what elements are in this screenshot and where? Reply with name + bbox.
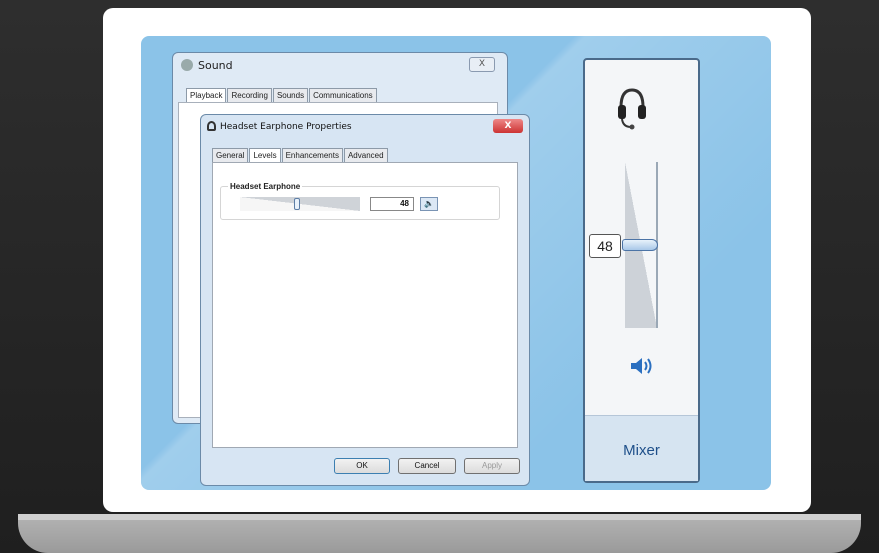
tab-recording[interactable]: Recording — [227, 88, 272, 102]
tab-advanced[interactable]: Advanced — [343, 148, 388, 162]
mute-speaker-icon[interactable]: 🔈 — [420, 197, 438, 211]
tab-levels[interactable]: Levels — [249, 148, 281, 162]
headset-icon — [618, 88, 646, 130]
tab-playback[interactable]: Playback — [186, 88, 227, 102]
laptop-base — [18, 514, 861, 553]
mixer-volume-thumb[interactable] — [622, 239, 658, 251]
sound-window-title: Sound — [181, 59, 233, 72]
properties-tabs: General Levels Enhancements Advanced — [212, 148, 389, 162]
speaker-icon[interactable] — [629, 356, 653, 376]
level-group-label: Headset Earphone — [228, 182, 303, 191]
tab-general[interactable]: General — [212, 148, 249, 162]
ok-button[interactable]: OK — [334, 458, 390, 474]
headset-small-icon — [207, 121, 216, 131]
tab-sounds[interactable]: Sounds — [272, 88, 309, 102]
properties-close-button[interactable]: X — [493, 119, 523, 133]
level-value-field[interactable]: 48 — [370, 197, 414, 211]
mixer-link[interactable]: Mixer — [585, 442, 698, 459]
tab-enhancements[interactable]: Enhancements — [281, 148, 343, 162]
properties-window-title: Headset Earphone Properties — [207, 121, 352, 132]
mixer-volume-value: 48 — [589, 234, 621, 258]
mixer-footer: Mixer — [585, 415, 698, 481]
level-slider-track[interactable] — [240, 197, 360, 211]
properties-title-text: Headset Earphone Properties — [220, 122, 352, 132]
cancel-button[interactable]: Cancel — [398, 458, 456, 474]
sound-close-button[interactable]: X — [469, 57, 495, 72]
level-slider-thumb[interactable] — [294, 198, 300, 210]
apply-button[interactable]: Apply — [464, 458, 520, 474]
tab-communications[interactable]: Communications — [309, 88, 377, 102]
sound-window-title-text: Sound — [198, 59, 233, 72]
sound-tabs: Playback Recording Sounds Communications — [186, 88, 378, 102]
sound-icon — [181, 59, 193, 71]
